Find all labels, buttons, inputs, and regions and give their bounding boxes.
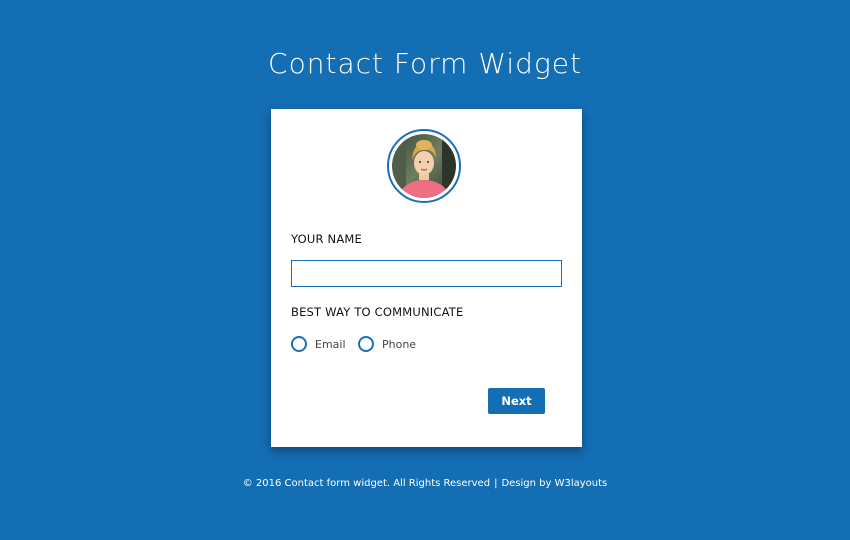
- email-radio-button[interactable]: [291, 336, 307, 352]
- page-title: Contact Form Widget: [268, 47, 582, 80]
- phone-radio-label: Phone: [382, 337, 417, 351]
- footer: © 2016 Contact form widget. All Rights R…: [0, 478, 850, 489]
- avatar-photo-icon: [392, 134, 456, 198]
- name-label: YOUR NAME: [291, 232, 362, 246]
- contact-form-card: YOUR NAME BEST WAY TO COMMUNICATE Email …: [271, 109, 582, 447]
- phone-radio-option[interactable]: Phone: [358, 336, 416, 352]
- name-input[interactable]: [291, 260, 562, 287]
- avatar: [387, 129, 461, 203]
- email-radio-option[interactable]: Email: [291, 336, 346, 352]
- footer-design-credit: Design by W3layouts: [501, 478, 608, 489]
- footer-copyright: © 2016 Contact form widget. All Rights R…: [242, 478, 491, 489]
- phone-radio-button[interactable]: [358, 336, 374, 352]
- email-radio-label: Email: [315, 337, 346, 351]
- communicate-label: BEST WAY TO COMMUNICATE: [291, 305, 464, 319]
- next-button[interactable]: Next: [488, 388, 545, 414]
- footer-separator: |: [494, 478, 498, 489]
